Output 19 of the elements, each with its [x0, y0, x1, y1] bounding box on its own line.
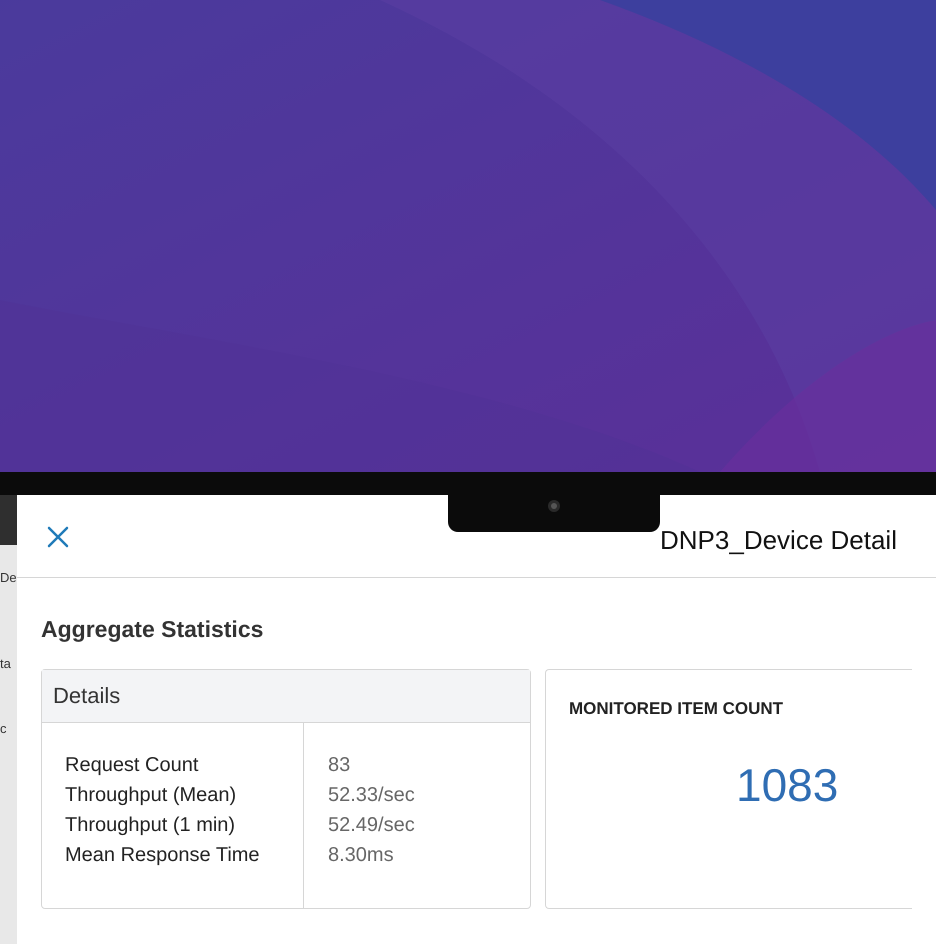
page-text: De — [0, 569, 17, 587]
item-count: 1083 — [736, 758, 840, 813]
section-title: Aggregate Statistics — [41, 615, 264, 644]
page-text: c — [0, 720, 8, 738]
page-text: ta — [0, 654, 12, 672]
stat-value: 8.30ms — [328, 842, 395, 868]
stat-label: Mean Response Time — [65, 842, 261, 868]
stat-label: Throughput (1 min) — [65, 812, 236, 838]
dialog-title: DNP3_Device Detail — [660, 524, 897, 557]
stat-value: 52.33/sec — [328, 782, 415, 808]
close-icon[interactable] — [47, 526, 69, 548]
stat-label: Throughput (Mean) — [65, 782, 238, 808]
stat-value: 83 — [328, 752, 352, 778]
camera-icon — [547, 499, 561, 513]
stat-value: 52.49/sec — [328, 812, 415, 838]
stat-label: Request Count — [65, 752, 200, 778]
card-header: Details — [53, 682, 120, 710]
card-label: MONITORED ITEM COUNT — [569, 698, 784, 720]
header-bar — [0, 495, 17, 545]
